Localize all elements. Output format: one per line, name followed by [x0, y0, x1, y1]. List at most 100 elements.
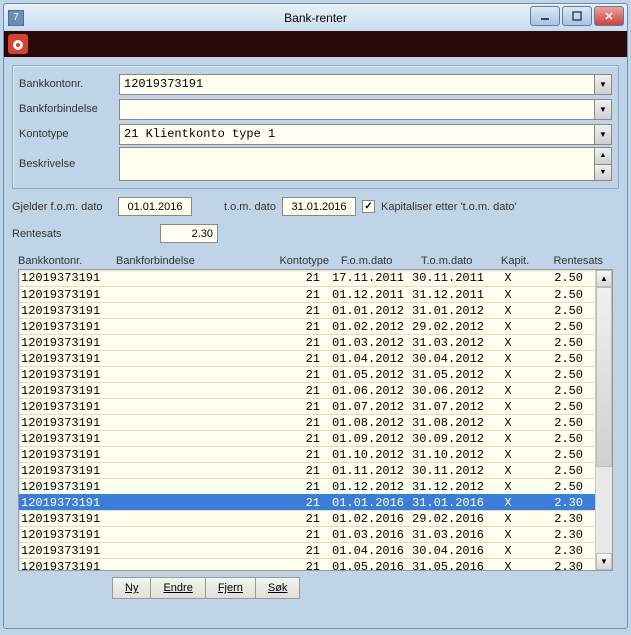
cell-kap: X — [492, 320, 524, 334]
cell-kap: X — [492, 544, 524, 558]
cell-to: 31.01.2012 — [412, 304, 492, 318]
table-row[interactable]: 120193731912117.11.201130.11.2011X2.50 — [19, 270, 595, 286]
table-row[interactable]: 120193731912101.07.201231.07.2012X2.50 — [19, 398, 595, 414]
account-type-dropdown-arrow[interactable]: ▼ — [594, 124, 612, 145]
cell-rate: 2.50 — [524, 304, 595, 318]
col-interest-rate: Rentesats — [541, 255, 613, 267]
cell-type: 21 — [269, 496, 332, 510]
cell-type: 21 — [269, 416, 332, 430]
interest-rate-label: Rentesats — [12, 228, 112, 240]
table-row[interactable]: 120193731912101.09.201230.09.2012X2.50 — [19, 430, 595, 446]
description-scroll-up[interactable]: ▲ — [594, 147, 612, 164]
grid-scrollbar[interactable]: ▲ ▼ — [595, 270, 612, 570]
cell-kap: X — [492, 480, 524, 494]
col-bank-account: Bankkontonr. — [18, 255, 116, 267]
cell-from: 01.06.2012 — [332, 384, 412, 398]
table-row[interactable]: 120193731912101.03.201631.03.2016X2.30 — [19, 526, 595, 542]
cell-account: 12019373191 — [21, 560, 119, 571]
cell-to: 30.09.2012 — [412, 432, 492, 446]
cell-kap: X — [492, 368, 524, 382]
cell-to: 30.11.2011 — [412, 271, 492, 285]
cell-from: 01.12.2012 — [332, 480, 412, 494]
cell-type: 21 — [269, 304, 332, 318]
description-scroll-down[interactable]: ▼ — [594, 164, 612, 182]
table-row[interactable]: 120193731912101.03.201231.03.2012X2.50 — [19, 334, 595, 350]
scroll-up-button[interactable]: ▲ — [596, 270, 612, 287]
cell-kap: X — [492, 352, 524, 366]
table-row[interactable]: 120193731912101.05.201631.05.2016X2.30 — [19, 558, 595, 570]
cell-kap: X — [492, 512, 524, 526]
description-textarea[interactable] — [119, 147, 594, 181]
table-row[interactable]: 120193731912101.12.201231.12.2012X2.50 — [19, 478, 595, 494]
interest-rate-input[interactable] — [160, 224, 218, 243]
bank-account-select[interactable]: 12019373191 — [119, 74, 594, 95]
table-row[interactable]: 120193731912101.10.201231.10.2012X2.50 — [19, 446, 595, 462]
table-row[interactable]: 120193731912101.04.201230.04.2012X2.50 — [19, 350, 595, 366]
to-date-label: t.o.m. dato — [224, 201, 276, 213]
maximize-button[interactable] — [562, 6, 592, 26]
app-logo-icon — [8, 34, 28, 54]
cell-kap: X — [492, 560, 524, 571]
scroll-down-button[interactable]: ▼ — [596, 553, 612, 570]
cell-type: 21 — [269, 464, 332, 478]
cell-kap: X — [492, 416, 524, 430]
table-row[interactable]: 120193731912101.01.201231.01.2012X2.50 — [19, 302, 595, 318]
cell-kap: X — [492, 336, 524, 350]
cell-from: 01.01.2016 — [332, 496, 412, 510]
bank-connection-select[interactable] — [119, 99, 594, 120]
minimize-icon — [540, 11, 550, 21]
search-button[interactable]: Søk — [256, 577, 301, 599]
table-row[interactable]: 120193731912101.05.201231.05.2012X2.50 — [19, 366, 595, 382]
cell-account: 12019373191 — [21, 288, 119, 302]
cell-to: 29.02.2012 — [412, 320, 492, 334]
table-row[interactable]: 120193731912101.02.201629.02.2016X2.30 — [19, 510, 595, 526]
table-row[interactable]: 120193731912101.11.201230.11.2012X2.50 — [19, 462, 595, 478]
app-toolbar — [4, 31, 627, 57]
cell-from: 01.02.2012 — [332, 320, 412, 334]
capitalize-label: Kapitaliser etter 't.o.m. dato' — [381, 201, 517, 213]
cell-type: 21 — [269, 352, 332, 366]
remove-button[interactable]: Fjern — [206, 577, 256, 599]
cell-from: 17.11.2011 — [332, 271, 412, 285]
cell-kap: X — [492, 288, 524, 302]
from-date-label: Gjelder f.o.m. dato — [12, 201, 112, 213]
description-label: Beskrivelse — [19, 158, 119, 170]
cell-account: 12019373191 — [21, 368, 119, 382]
cell-account: 12019373191 — [21, 464, 119, 478]
cell-account: 12019373191 — [21, 271, 119, 285]
cell-to: 31.03.2012 — [412, 336, 492, 350]
col-account-type: Kontotype — [266, 255, 341, 267]
table-row[interactable]: 120193731912101.04.201630.04.2016X2.30 — [19, 542, 595, 558]
cell-rate: 2.30 — [524, 512, 595, 526]
window-controls: ✕ — [530, 6, 624, 26]
table-row[interactable]: 120193731912101.08.201231.08.2012X2.50 — [19, 414, 595, 430]
to-date-input[interactable] — [282, 197, 356, 216]
new-button[interactable]: Ny — [112, 577, 151, 599]
data-grid[interactable]: 120193731912117.11.201130.11.2011X2.5012… — [18, 269, 613, 571]
edit-button[interactable]: Endre — [151, 577, 205, 599]
from-date-input[interactable] — [118, 197, 192, 216]
table-row[interactable]: 120193731912101.06.201230.06.2012X2.50 — [19, 382, 595, 398]
cell-rate: 2.50 — [524, 464, 595, 478]
table-row[interactable]: 120193731912101.12.201131.12.2011X2.50 — [19, 286, 595, 302]
bank-account-dropdown-arrow[interactable]: ▼ — [594, 74, 612, 95]
table-row[interactable]: 120193731912101.02.201229.02.2012X2.50 — [19, 318, 595, 334]
cell-account: 12019373191 — [21, 400, 119, 414]
capitalize-checkbox[interactable]: ✓ — [362, 200, 375, 213]
cell-from: 01.11.2012 — [332, 464, 412, 478]
scroll-track[interactable] — [596, 287, 612, 553]
cell-account: 12019373191 — [21, 480, 119, 494]
cell-account: 12019373191 — [21, 448, 119, 462]
cell-type: 21 — [269, 560, 332, 571]
bank-connection-dropdown-arrow[interactable]: ▼ — [594, 99, 612, 120]
cell-to: 31.01.2016 — [412, 496, 492, 510]
table-row[interactable]: 120193731912101.01.201631.01.2016X2.30 — [19, 494, 595, 510]
titlebar[interactable]: 7 Bank-renter ✕ — [4, 4, 627, 31]
cell-rate: 2.30 — [524, 544, 595, 558]
minimize-button[interactable] — [530, 6, 560, 26]
col-bank-connection: Bankforbindelse — [116, 255, 266, 267]
close-button[interactable]: ✕ — [594, 6, 624, 26]
cell-kap: X — [492, 464, 524, 478]
scroll-thumb[interactable] — [596, 287, 612, 467]
account-type-select[interactable]: 21 Klientkonto type 1 — [119, 124, 594, 145]
